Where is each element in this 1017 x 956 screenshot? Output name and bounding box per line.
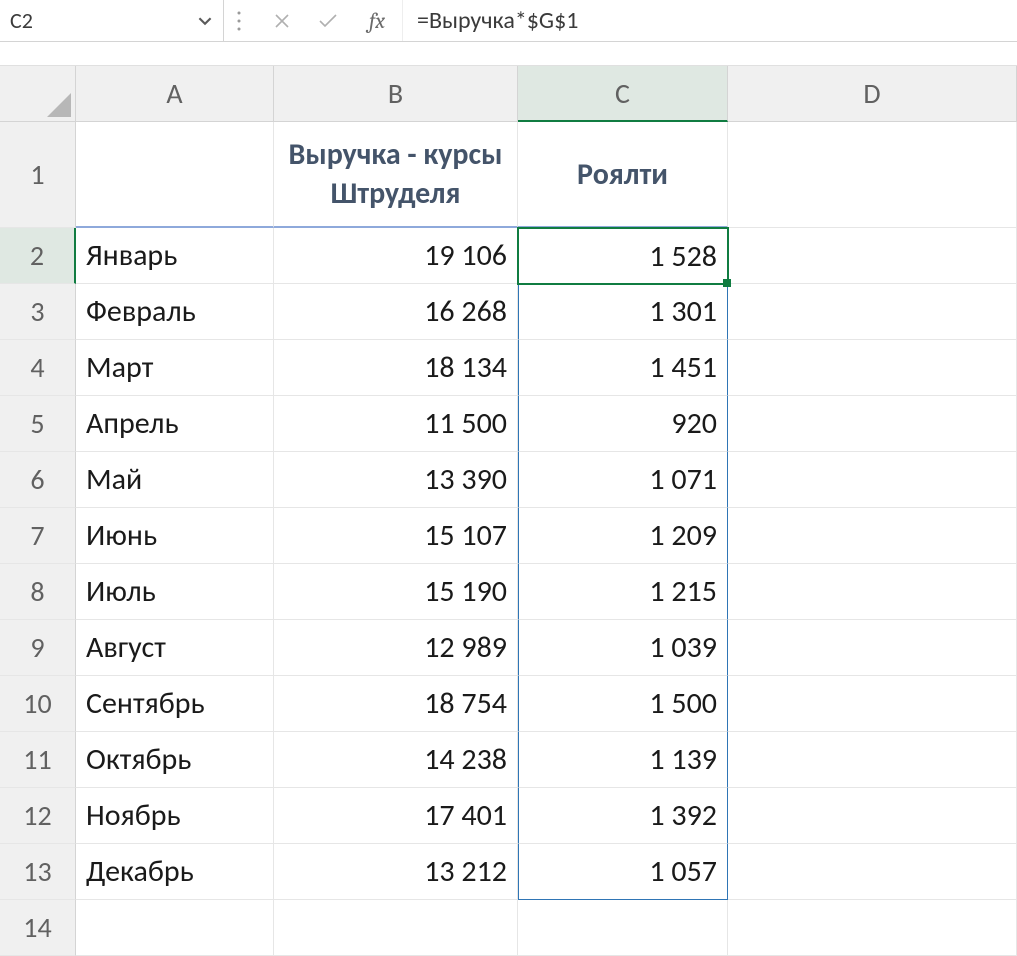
separator-dots-icon bbox=[224, 0, 254, 41]
formula-input[interactable]: =Выручка*$G$1 bbox=[402, 0, 1017, 41]
row-header-7[interactable]: 7 bbox=[0, 508, 76, 564]
cell-A5[interactable]: Апрель bbox=[76, 396, 274, 452]
row-header-5[interactable]: 5 bbox=[0, 396, 76, 452]
cell-D2[interactable] bbox=[728, 228, 1017, 284]
cell-C12[interactable]: 1 392 bbox=[518, 788, 728, 844]
cell-B9[interactable]: 12 989 bbox=[274, 620, 518, 676]
cell-A9[interactable]: Август bbox=[76, 620, 274, 676]
formula-text: =Выручка*$G$1 bbox=[417, 6, 578, 35]
cell-B1[interactable]: Выручка - курсы Штруделя bbox=[274, 122, 518, 228]
row-header-9[interactable]: 9 bbox=[0, 620, 76, 676]
cell-C9[interactable]: 1 039 bbox=[518, 620, 728, 676]
cell-B14[interactable] bbox=[274, 900, 518, 956]
cell-B6[interactable]: 13 390 bbox=[274, 452, 518, 508]
formula-bar: C2 fx =Выручка*$G$1 bbox=[0, 0, 1017, 42]
cell-B3[interactable]: 16 268 bbox=[274, 284, 518, 340]
column-header-D[interactable]: D bbox=[728, 66, 1017, 122]
cell-A2[interactable]: Январь bbox=[76, 228, 274, 284]
row-header-4[interactable]: 4 bbox=[0, 340, 76, 396]
cell-C3[interactable]: 1 301 bbox=[518, 284, 728, 340]
cell-D8[interactable] bbox=[728, 564, 1017, 620]
cell-C7[interactable]: 1 209 bbox=[518, 508, 728, 564]
row-header-1[interactable]: 1 bbox=[0, 122, 76, 228]
cell-C14[interactable] bbox=[518, 900, 728, 956]
cell-B5[interactable]: 11 500 bbox=[274, 396, 518, 452]
cell-D4[interactable] bbox=[728, 340, 1017, 396]
name-box-value: C2 bbox=[10, 7, 33, 34]
row-header-14[interactable]: 14 bbox=[0, 900, 76, 956]
select-all-corner[interactable] bbox=[0, 66, 76, 122]
row-header-12[interactable]: 12 bbox=[0, 788, 76, 844]
row-header-6[interactable]: 6 bbox=[0, 452, 76, 508]
name-box[interactable]: C2 bbox=[0, 0, 224, 41]
row-header-3[interactable]: 3 bbox=[0, 284, 76, 340]
row-header-2[interactable]: 2 bbox=[0, 228, 76, 284]
cell-A3[interactable]: Февраль bbox=[76, 284, 274, 340]
cancel-x-icon[interactable] bbox=[264, 2, 300, 40]
cell-B8[interactable]: 15 190 bbox=[274, 564, 518, 620]
cell-B11[interactable]: 14 238 bbox=[274, 732, 518, 788]
cell-A13[interactable]: Декабрь bbox=[76, 844, 274, 900]
cell-B7[interactable]: 15 107 bbox=[274, 508, 518, 564]
row-header-11[interactable]: 11 bbox=[0, 732, 76, 788]
cell-C5[interactable]: 920 bbox=[518, 396, 728, 452]
cell-D9[interactable] bbox=[728, 620, 1017, 676]
cell-D14[interactable] bbox=[728, 900, 1017, 956]
enter-check-icon[interactable] bbox=[310, 2, 346, 40]
row-header-13[interactable]: 13 bbox=[0, 844, 76, 900]
cell-C1[interactable]: Роялти bbox=[518, 122, 728, 228]
cell-D7[interactable] bbox=[728, 508, 1017, 564]
cell-C2[interactable]: 1 528 bbox=[518, 228, 728, 284]
cell-D3[interactable] bbox=[728, 284, 1017, 340]
cell-D13[interactable] bbox=[728, 844, 1017, 900]
cell-D12[interactable] bbox=[728, 788, 1017, 844]
cell-B13[interactable]: 13 212 bbox=[274, 844, 518, 900]
cell-D11[interactable] bbox=[728, 732, 1017, 788]
column-header-C[interactable]: C bbox=[518, 66, 728, 122]
spacer bbox=[0, 42, 1017, 66]
row-header-8[interactable]: 8 bbox=[0, 564, 76, 620]
cell-B4[interactable]: 18 134 bbox=[274, 340, 518, 396]
cell-A12[interactable]: Ноябрь bbox=[76, 788, 274, 844]
cell-A1[interactable] bbox=[76, 122, 274, 228]
cell-A10[interactable]: Сентябрь bbox=[76, 676, 274, 732]
cell-B2[interactable]: 19 106 bbox=[274, 228, 518, 284]
cell-D10[interactable] bbox=[728, 676, 1017, 732]
cell-A14[interactable] bbox=[76, 900, 274, 956]
cell-A4[interactable]: Март bbox=[76, 340, 274, 396]
cell-C10[interactable]: 1 500 bbox=[518, 676, 728, 732]
column-header-A[interactable]: A bbox=[76, 66, 274, 122]
row-header-10[interactable]: 10 bbox=[0, 676, 76, 732]
column-header-B[interactable]: B bbox=[274, 66, 518, 122]
cell-B10[interactable]: 18 754 bbox=[274, 676, 518, 732]
worksheet-grid[interactable]: A B C D 1 Выручка - курсы Штруделя Роялт… bbox=[0, 66, 1017, 956]
cell-D6[interactable] bbox=[728, 452, 1017, 508]
fx-icon[interactable]: fx bbox=[356, 8, 398, 34]
cell-A6[interactable]: Май bbox=[76, 452, 274, 508]
cell-C13[interactable]: 1 057 bbox=[518, 844, 728, 900]
spreadsheet-app: C2 fx =Выручка*$G$1 A B C D bbox=[0, 0, 1017, 947]
cell-C11[interactable]: 1 139 bbox=[518, 732, 728, 788]
formula-bar-buttons: fx bbox=[254, 0, 402, 41]
cell-A11[interactable]: Октябрь bbox=[76, 732, 274, 788]
cell-C6[interactable]: 1 071 bbox=[518, 452, 728, 508]
cell-D5[interactable] bbox=[728, 396, 1017, 452]
cell-D1[interactable] bbox=[728, 122, 1017, 228]
cell-C8[interactable]: 1 215 bbox=[518, 564, 728, 620]
cell-A7[interactable]: Июнь bbox=[76, 508, 274, 564]
cell-A8[interactable]: Июль bbox=[76, 564, 274, 620]
chevron-down-icon[interactable] bbox=[195, 11, 215, 31]
cell-B12[interactable]: 17 401 bbox=[274, 788, 518, 844]
cell-C4[interactable]: 1 451 bbox=[518, 340, 728, 396]
